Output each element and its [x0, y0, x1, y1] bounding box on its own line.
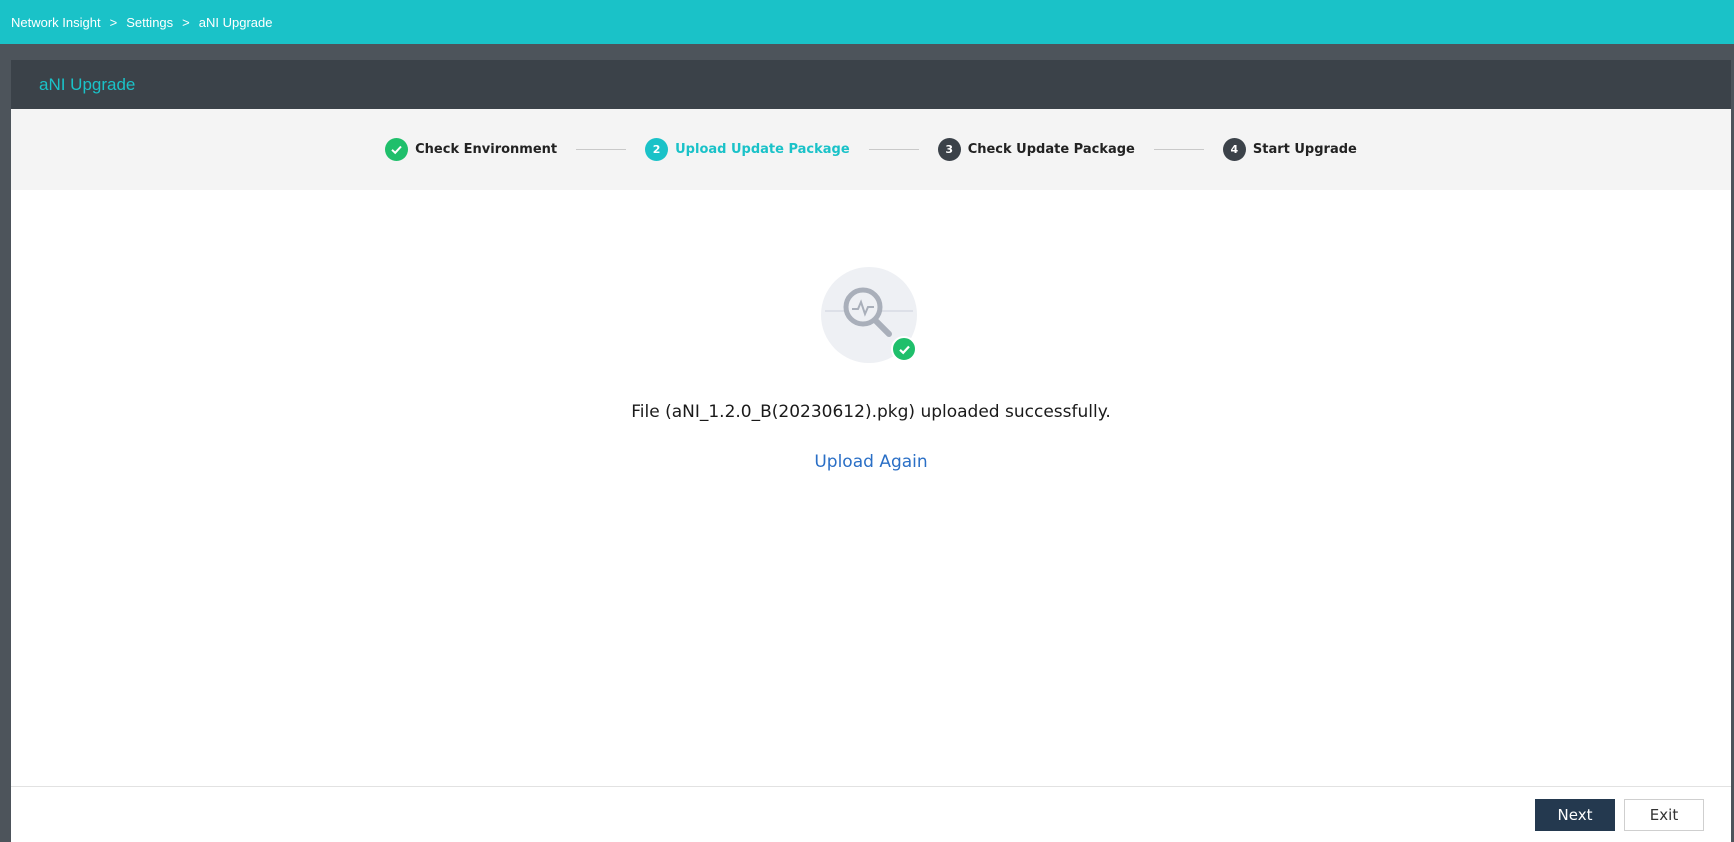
footer-actions: Next Exit — [11, 786, 1731, 842]
search-success-icon — [821, 267, 921, 367]
step-number: 2 — [645, 138, 669, 161]
next-button[interactable]: Next — [1535, 799, 1615, 831]
step-check-update-package: 3 Check Update Package — [937, 138, 1135, 161]
step-check-environment: Check Environment — [385, 138, 557, 161]
breadcrumb-item-current: aNI Upgrade — [198, 14, 273, 30]
step-number: 4 — [1222, 138, 1246, 161]
step-start-upgrade: 4 Start Upgrade — [1222, 138, 1357, 161]
check-icon — [385, 138, 409, 161]
step-label: Check Update Package — [967, 142, 1135, 157]
upgrade-panel: aNI Upgrade Check Environment 2 Upload U… — [11, 60, 1731, 842]
step-label: Upload Update Package — [675, 142, 850, 157]
panel-header: aNI Upgrade — [11, 60, 1731, 109]
panel-title: aNI Upgrade — [39, 74, 136, 94]
step-number: 3 — [937, 138, 961, 161]
step-upload-update-package: 2 Upload Update Package — [645, 138, 850, 161]
upload-again-link[interactable]: Upload Again — [814, 452, 927, 472]
upload-success-message: File (aNI_1.2.0_B(20230612).pkg) uploade… — [631, 402, 1111, 422]
step-connector — [868, 149, 919, 150]
step-connector — [576, 149, 627, 150]
breadcrumb: Network Insight > Settings > aNI Upgrade — [0, 0, 1734, 44]
step-connector — [1153, 149, 1204, 150]
step-label: Check Environment — [415, 142, 558, 157]
exit-button[interactable]: Exit — [1624, 799, 1704, 831]
breadcrumb-separator: > — [109, 14, 118, 30]
step-label: Start Upgrade — [1252, 142, 1357, 157]
upload-result: File (aNI_1.2.0_B(20230612).pkg) uploade… — [11, 190, 1731, 746]
success-check-icon — [891, 336, 917, 362]
breadcrumb-item-network-insight[interactable]: Network Insight — [11, 15, 101, 30]
breadcrumb-item-settings[interactable]: Settings — [126, 15, 173, 30]
breadcrumb-separator: > — [182, 14, 190, 30]
step-progress: Check Environment 2 Upload Update Packag… — [11, 109, 1731, 190]
